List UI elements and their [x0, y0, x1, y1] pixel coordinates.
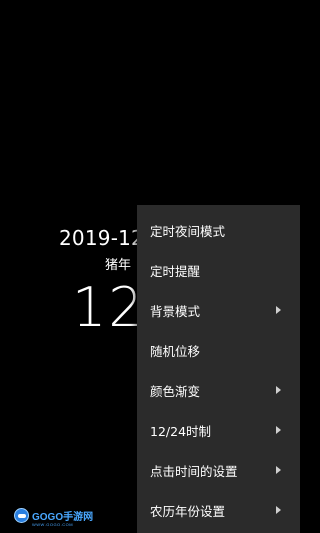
- chevron-right-icon: [276, 386, 281, 394]
- lunar-year-text: 猪年: [105, 258, 132, 273]
- chevron-right-icon: [276, 426, 281, 434]
- watermark: GOGO手游网 WWW.GOGO.COM: [14, 508, 94, 527]
- time-text[interactable]: 12: [72, 276, 145, 339]
- gogo-logo-icon: [14, 508, 29, 523]
- menu-item-background-mode[interactable]: 背景模式: [137, 290, 300, 330]
- menu-item-timed-night-mode[interactable]: 定时夜间模式: [137, 210, 300, 250]
- menu-item-label: 定时夜间模式: [150, 223, 226, 239]
- options-menu: 定时夜间模式 定时提醒 背景模式 随机位移 颜色渐变 12/24时制 点击时间的…: [137, 205, 300, 533]
- menu-item-random-offset[interactable]: 随机位移: [137, 330, 300, 370]
- menu-item-label: 12/24时制: [150, 423, 212, 439]
- menu-item-color-gradient[interactable]: 颜色渐变: [137, 370, 300, 410]
- menu-item-label: 背景模式: [150, 303, 201, 319]
- watermark-brand: GOGO手游网: [32, 512, 94, 523]
- chevron-right-icon: [276, 306, 281, 314]
- date-text: 2019-12: [59, 226, 144, 250]
- menu-item-click-time-settings[interactable]: 点击时间的设置: [137, 450, 300, 490]
- menu-item-label: 定时提醒: [150, 263, 201, 279]
- chevron-right-icon: [276, 466, 281, 474]
- menu-item-12-24-format[interactable]: 12/24时制: [137, 410, 300, 450]
- menu-item-label: 颜色渐变: [150, 383, 201, 399]
- menu-item-label: 农历年份设置: [150, 503, 226, 519]
- menu-item-timed-reminder[interactable]: 定时提醒: [137, 250, 300, 290]
- menu-item-label: 点击时间的设置: [150, 463, 238, 479]
- menu-item-label: 随机位移: [150, 343, 201, 359]
- menu-item-lunar-year-settings[interactable]: 农历年份设置: [137, 490, 300, 530]
- chevron-right-icon: [276, 506, 281, 514]
- watermark-sub: WWW.GOGO.COM: [32, 522, 74, 527]
